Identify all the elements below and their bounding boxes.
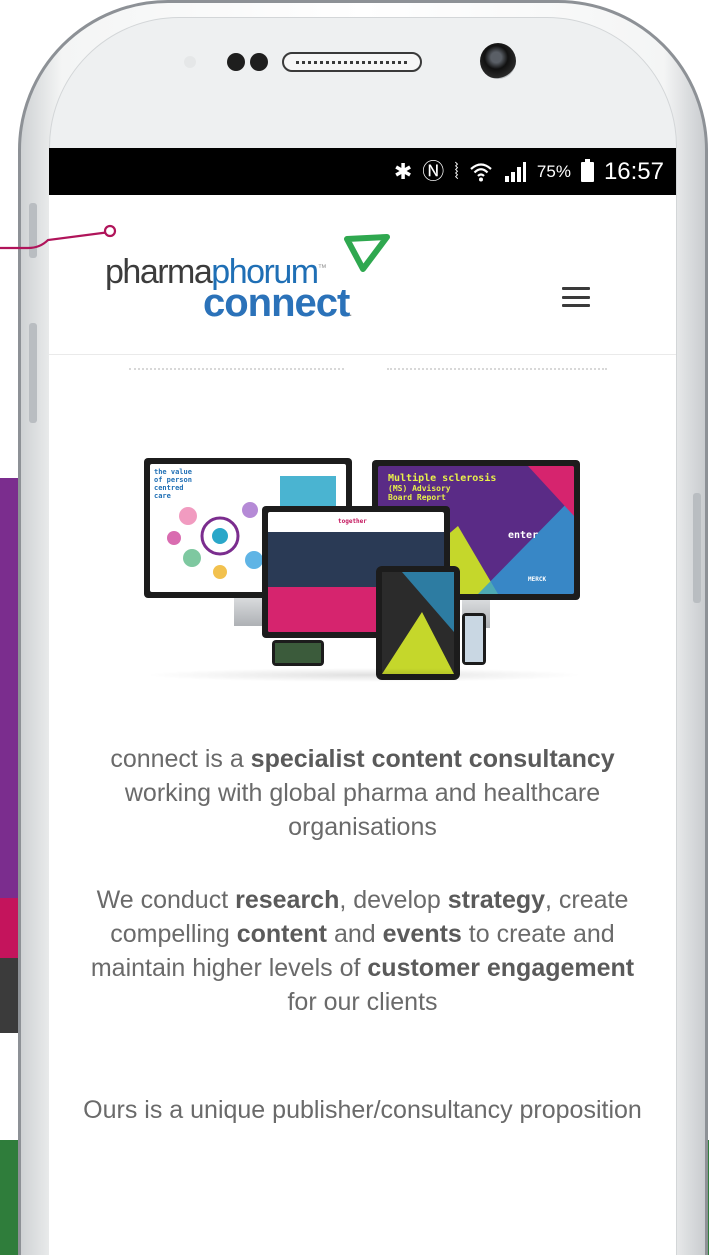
- site-header: pharmaphorum™ connect.: [49, 195, 676, 355]
- right-screen-title-2: (MS) Advisory: [388, 484, 451, 493]
- phone-volume-down-button: [29, 323, 37, 423]
- status-bar: ✱ Ⓝ ⦚ 75% 16:57: [49, 148, 676, 195]
- nfc-icon: Ⓝ: [422, 158, 445, 184]
- proximity-sensor: [184, 56, 196, 68]
- logo-wordmark-connect: connect.: [203, 281, 352, 326]
- services-paragraph: We conduct research, develop strategy, c…: [79, 883, 646, 1019]
- intro-text-bold: specialist content consultancy: [250, 745, 615, 773]
- intro-text-1: connect is a: [110, 745, 251, 773]
- logo-trademark: ™: [317, 262, 327, 273]
- logo-callout-line: [0, 224, 117, 250]
- proposition-paragraph: Ours is a unique publisher/consultancy p…: [83, 1096, 642, 1124]
- intro-paragraph: connect is a specialist content consulta…: [79, 742, 646, 844]
- hero-devices-image: the value of person centred care Multipl…: [144, 458, 584, 682]
- services-bold-strategy: strategy: [447, 886, 546, 914]
- wifi-icon: [470, 162, 492, 181]
- phone-power-button: [693, 493, 701, 603]
- right-screen-enter: enter: [508, 530, 539, 541]
- center-screen-title: together: [338, 518, 367, 525]
- battery-percent: 75%: [536, 161, 571, 181]
- tablet-device: [376, 566, 460, 680]
- services-bold-events: events: [382, 920, 462, 948]
- services-text-1: We conduct: [96, 886, 236, 914]
- services-text-4: and: [327, 920, 383, 948]
- status-time: 16:57: [603, 157, 664, 185]
- bluetooth-icon: ✱: [393, 158, 413, 184]
- logo-leaf-icon: [344, 234, 390, 272]
- mobile-device-landscape: [272, 640, 324, 666]
- services-text-2: , develop: [339, 886, 448, 914]
- right-screen-brand: MERCK: [528, 576, 547, 583]
- right-screen-title-1: Multiple sclerosis: [388, 473, 497, 484]
- hero-shadow: [144, 668, 584, 682]
- menu-button[interactable]: [558, 283, 594, 311]
- mobile-portrait-screen: [465, 616, 483, 662]
- divider-right: [387, 368, 607, 370]
- tablet-screen-art: [382, 572, 454, 674]
- monitor-left-stand: [234, 598, 262, 626]
- phone-screen: ✱ Ⓝ ⦚ 75% 16:57 pharmaphorum™ connect. t…: [49, 148, 676, 1255]
- mobile-device-portrait: [462, 613, 486, 665]
- tablet-screen: [382, 572, 454, 674]
- hamburger-icon-bar: [562, 295, 590, 299]
- services-bold-engagement: customer engagement: [367, 954, 635, 982]
- pharmaphorum-connect-logo[interactable]: pharmaphorum™ connect.: [105, 225, 405, 335]
- right-screen-title-3: Board Report: [388, 493, 446, 502]
- services-text-6: for our clients: [287, 988, 438, 1016]
- logo-trademark-2: .: [349, 308, 351, 318]
- mobile-landscape-screen: [275, 643, 321, 663]
- vibrate-icon: ⦚: [454, 158, 459, 184]
- divider-left: [129, 368, 344, 370]
- battery-icon: [580, 158, 594, 182]
- signal-icon: [504, 161, 526, 182]
- services-bold-research: research: [235, 886, 340, 914]
- services-bold-content: content: [236, 920, 327, 948]
- logo-text-connect: connect: [203, 281, 350, 325]
- front-camera: [480, 43, 516, 79]
- phone-sensor-right: [250, 53, 268, 71]
- hamburger-icon-bar: [562, 304, 590, 307]
- phone-sensor-left: [227, 53, 245, 71]
- intro-text-2: working with global pharma and healthcar…: [124, 779, 601, 841]
- hamburger-icon-bar: [562, 287, 590, 290]
- phone-earpiece-speaker: [282, 52, 422, 72]
